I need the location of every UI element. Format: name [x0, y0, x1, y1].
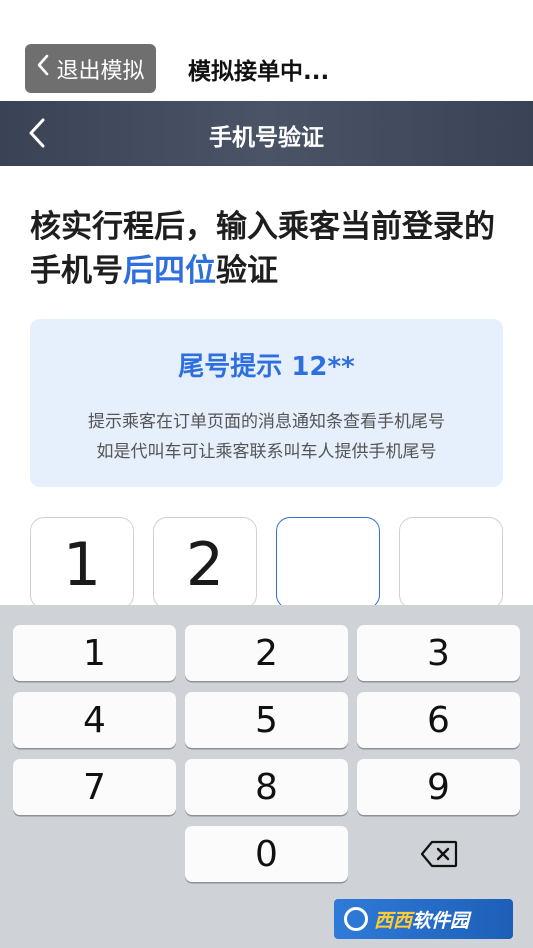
key-6[interactable]: 6	[357, 692, 520, 748]
hint-title: 尾号提示 12**	[178, 352, 355, 382]
watermark-text: 软件园	[412, 909, 470, 932]
key-3[interactable]: 3	[357, 625, 520, 681]
watermark-brand: 西西	[374, 909, 413, 932]
instruction-text: 核实行程后，输入乘客当前登录的手机号后四位验证	[30, 205, 500, 293]
key-1[interactable]: 1	[13, 625, 176, 681]
instruction-highlight: 后四位	[123, 253, 216, 289]
hint-line-2: 如是代叫车可让乘客联系叫车人提供手机尾号	[96, 442, 437, 462]
key-2[interactable]: 2	[185, 625, 348, 681]
watermark-logo: 西西软件园	[334, 899, 513, 939]
watermark-circle-icon	[344, 907, 368, 931]
key-0[interactable]: 0	[185, 826, 348, 882]
simulation-bar: 退出模拟 模拟接单中...	[0, 0, 533, 100]
code-digit-box-3[interactable]	[276, 517, 380, 609]
exit-simulation-label: 退出模拟	[56, 58, 145, 84]
key-9[interactable]: 9	[357, 759, 520, 815]
page-title: 手机号验证	[209, 125, 324, 151]
nav-bar: 手机号验证	[0, 101, 533, 166]
code-digit-box-4[interactable]	[399, 517, 503, 609]
backspace-icon	[420, 840, 457, 868]
key-5[interactable]: 5	[185, 692, 348, 748]
key-8[interactable]: 8	[185, 759, 348, 815]
numeric-keypad: 1 2 3 4 5 6 7 8 9 0	[0, 605, 533, 948]
code-digit-box-1[interactable]: 1	[30, 517, 134, 609]
exit-simulation-button[interactable]: 退出模拟	[25, 44, 156, 93]
chevron-left-icon	[36, 54, 50, 81]
hint-line-1: 提示乘客在订单页面的消息通知条查看手机尾号	[88, 412, 445, 432]
key-7[interactable]: 7	[13, 759, 176, 815]
instruction-suffix: 验证	[216, 253, 278, 289]
delete-key[interactable]	[357, 826, 520, 882]
tail-number-hint-card: 尾号提示 12** 提示乘客在订单页面的消息通知条查看手机尾号 如是代叫车可让乘…	[30, 319, 503, 487]
simulation-status: 模拟接单中...	[188, 59, 330, 85]
code-input-row: 1 2	[30, 517, 503, 609]
code-digit-box-2[interactable]: 2	[153, 517, 257, 609]
key-4[interactable]: 4	[13, 692, 176, 748]
